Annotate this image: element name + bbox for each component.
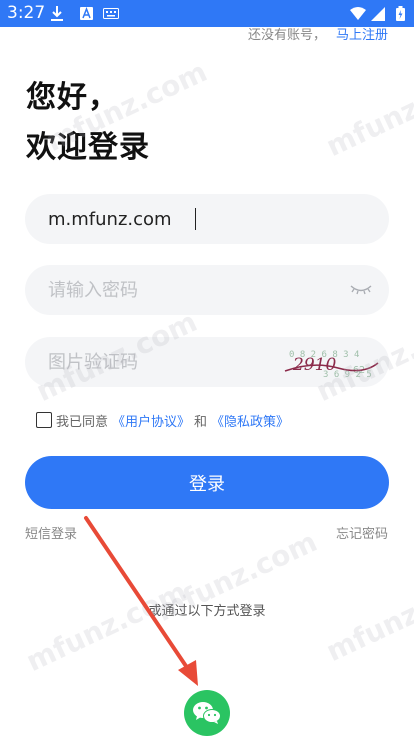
password-input[interactable]	[48, 265, 308, 315]
account-field[interactable]	[25, 194, 389, 244]
agreement-prefix: 我已同意	[56, 414, 109, 430]
keyboard-icon	[103, 6, 119, 21]
forgot-password-link[interactable]: 忘记密码	[336, 523, 388, 542]
signal-icon	[370, 6, 386, 21]
a-icon	[79, 6, 93, 21]
user-agreement-link[interactable]: 《用户协议》	[112, 411, 190, 430]
eye-closed-icon[interactable]	[349, 281, 373, 297]
captcha-image[interactable]: 0 8 2 6 8 3 4 3 6 9 2 5 62 2910	[283, 343, 379, 381]
greeting-welcome: 欢迎登录	[26, 130, 150, 165]
battery-icon	[395, 6, 405, 21]
status-time: 3:27	[7, 3, 46, 23]
register-link[interactable]: 马上注册	[336, 28, 388, 43]
wechat-icon	[193, 702, 221, 724]
agreement-row: 我已同意 《用户协议》 和 《隐私政策》	[36, 410, 293, 430]
password-field[interactable]	[25, 265, 389, 315]
captcha-input[interactable]	[48, 337, 308, 387]
sms-login-link[interactable]: 短信登录	[25, 523, 77, 542]
greeting-hello: 您好，	[26, 80, 119, 115]
account-input[interactable]	[48, 194, 308, 244]
no-account-text: 还没有账号，	[247, 28, 326, 43]
privacy-policy-link[interactable]: 《隐私政策》	[211, 411, 289, 430]
watermark: mfunz.com	[321, 59, 414, 164]
agreement-and: 和	[194, 414, 208, 430]
login-button[interactable]: 登录	[25, 456, 389, 509]
captcha-field[interactable]: 0 8 2 6 8 3 4 3 6 9 2 5 62 2910	[25, 337, 389, 387]
agreement-checkbox[interactable]	[36, 412, 52, 428]
text-caret	[195, 208, 196, 230]
download-icon	[50, 6, 64, 21]
watermark: mfunz.com	[21, 574, 193, 679]
register-row: 还没有账号， 马上注册	[248, 27, 388, 45]
wifi-icon	[350, 6, 366, 21]
status-bar: 3:27	[0, 0, 414, 27]
wechat-login-button[interactable]	[184, 690, 230, 736]
other-login-label: 或通过以下方式登录	[148, 604, 266, 619]
